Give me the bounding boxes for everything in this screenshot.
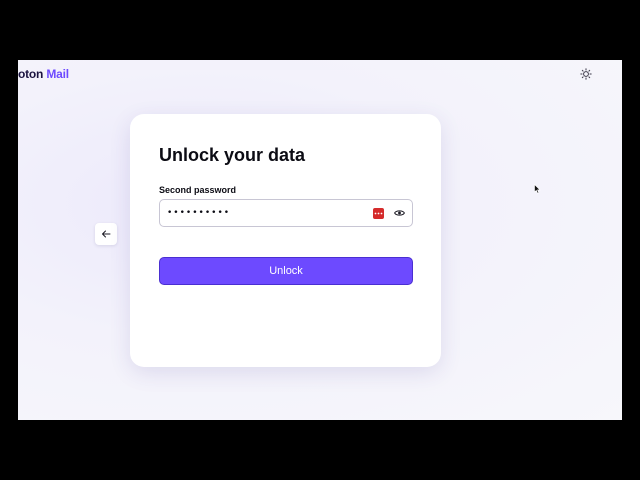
second-password-label: Second password xyxy=(159,185,237,195)
proton-mail-logo[interactable]: oton Mail xyxy=(18,67,69,81)
arrow-left-icon xyxy=(102,230,111,238)
logo-brand: oton xyxy=(18,67,44,81)
eye-icon xyxy=(393,210,405,216)
second-password-input[interactable] xyxy=(167,200,357,226)
unlock-button[interactable]: Unlock xyxy=(159,257,413,285)
password-dots-icon xyxy=(374,212,383,215)
sun-icon xyxy=(580,68,592,80)
unlock-card: Unlock your data Second password Unlock xyxy=(130,114,441,367)
back-button[interactable] xyxy=(95,223,117,245)
second-password-field[interactable] xyxy=(159,199,413,227)
mouse-cursor-icon xyxy=(534,184,541,194)
page-title: Unlock your data xyxy=(159,145,306,165)
logo-product: Mail xyxy=(46,67,69,81)
theme-toggle-button[interactable] xyxy=(579,67,593,81)
show-password-button[interactable] xyxy=(393,207,405,219)
password-manager-icon[interactable] xyxy=(373,208,384,219)
app-window: oton Mail Unlock your data Second passwo… xyxy=(18,60,622,420)
